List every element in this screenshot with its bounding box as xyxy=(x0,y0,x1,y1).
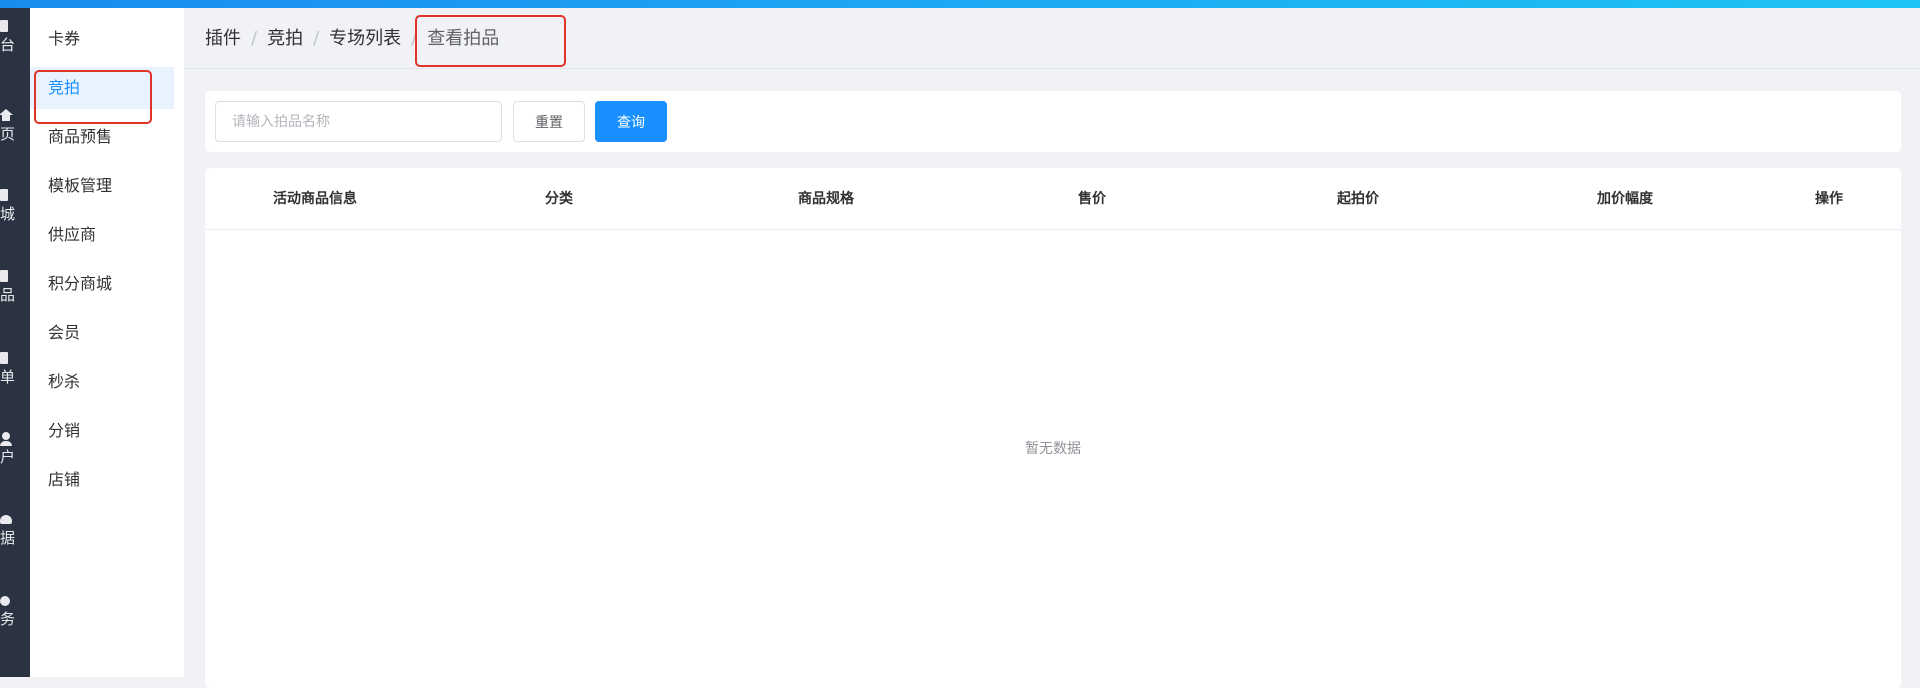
shop-icon xyxy=(0,189,8,201)
column-header-activity-goods: 活动商品信息 xyxy=(273,191,357,207)
submenu-item-points-mall[interactable]: 积分商城 xyxy=(30,263,174,305)
column-header-category: 分类 xyxy=(545,191,573,207)
submenu-item-distribution[interactable]: 分销 xyxy=(30,410,174,452)
rail-item-shop[interactable]: 城 xyxy=(0,189,30,249)
query-button[interactable]: 查询 xyxy=(595,101,667,142)
rail-item-user[interactable]: 户 xyxy=(0,432,30,492)
breadcrumb-bar: 插件 / 竞拍 / 专场列表 / 查看拍品 xyxy=(184,8,1920,69)
breadcrumb-separator: / xyxy=(251,28,258,49)
rail-item-label: 城 xyxy=(0,205,16,223)
column-header-increment: 加价幅度 xyxy=(1597,191,1653,207)
rail-item-goods[interactable]: 品 xyxy=(0,270,30,330)
rail-item-data[interactable]: 据 xyxy=(0,513,30,573)
filter-card: 重置 查询 xyxy=(205,91,1901,152)
rail-item-label: 页 xyxy=(0,125,16,143)
lots-table: 活动商品信息 分类 商品规格 售价 起拍价 加价幅度 操作 暂无数据 xyxy=(205,168,1901,688)
data-icon xyxy=(0,515,12,524)
submenu-item-flash-sale[interactable]: 秒杀 xyxy=(30,361,174,403)
submenu-item-member[interactable]: 会员 xyxy=(30,312,174,354)
top-accent-bar xyxy=(0,0,1920,8)
rail-item-home[interactable]: 页 xyxy=(0,109,30,169)
breadcrumb-item-session-list[interactable]: 专场列表 xyxy=(329,8,401,69)
column-header-actions: 操作 xyxy=(1815,191,1843,207)
rail-item-label: 户 xyxy=(0,448,16,466)
breadcrumb: 插件 / 竞拍 / 专场列表 / 查看拍品 xyxy=(205,8,499,69)
rail-item-label: 品 xyxy=(0,286,16,304)
submenu-item-auction[interactable]: 竞拍 xyxy=(30,67,174,109)
empty-state-text: 暂无数据 xyxy=(1025,441,1081,457)
reset-button[interactable]: 重置 xyxy=(513,101,585,142)
column-header-price: 售价 xyxy=(1078,191,1106,207)
rail-item-finance[interactable]: 务 xyxy=(0,594,30,654)
plugin-submenu: 卡券 竞拍 商品预售 模板管理 供应商 积分商城 会员 秒杀 分销 店铺 xyxy=(30,8,184,677)
table-header: 活动商品信息 分类 商品规格 售价 起拍价 加价幅度 操作 xyxy=(205,168,1901,230)
column-header-starting-price: 起拍价 xyxy=(1337,191,1379,207)
submenu-item-presale[interactable]: 商品预售 xyxy=(30,116,174,158)
home-icon xyxy=(0,109,15,121)
breadcrumb-item-view-lots: 查看拍品 xyxy=(427,28,500,49)
finance-icon xyxy=(0,596,10,606)
rail-item-label: 台 xyxy=(0,36,16,54)
lot-name-search-input[interactable] xyxy=(215,101,502,142)
rail-item-label: 单 xyxy=(0,368,16,386)
submenu-item-template[interactable]: 模板管理 xyxy=(30,165,174,207)
rail-item-dashboard[interactable]: 台 xyxy=(0,20,30,80)
submenu-item-supplier[interactable]: 供应商 xyxy=(30,214,174,256)
goods-icon xyxy=(0,270,8,282)
breadcrumb-item-plugin[interactable]: 插件 xyxy=(205,8,241,69)
breadcrumb-item-auction[interactable]: 竞拍 xyxy=(267,8,303,69)
user-icon xyxy=(0,432,12,446)
rail-item-label: 务 xyxy=(0,610,16,628)
submenu-item-store[interactable]: 店铺 xyxy=(30,459,174,501)
rail-item-order[interactable]: 单 xyxy=(0,352,30,412)
order-icon xyxy=(0,352,8,364)
breadcrumb-separator: / xyxy=(313,28,320,49)
submenu-item-coupon[interactable]: 卡券 xyxy=(30,18,174,60)
icon-rail: 台 页 城 品 单 户 据 务 xyxy=(0,8,30,677)
rail-item-label: 据 xyxy=(0,529,16,547)
dashboard-icon xyxy=(0,20,8,32)
column-header-spec: 商品规格 xyxy=(798,191,854,207)
breadcrumb-separator: / xyxy=(411,28,418,49)
